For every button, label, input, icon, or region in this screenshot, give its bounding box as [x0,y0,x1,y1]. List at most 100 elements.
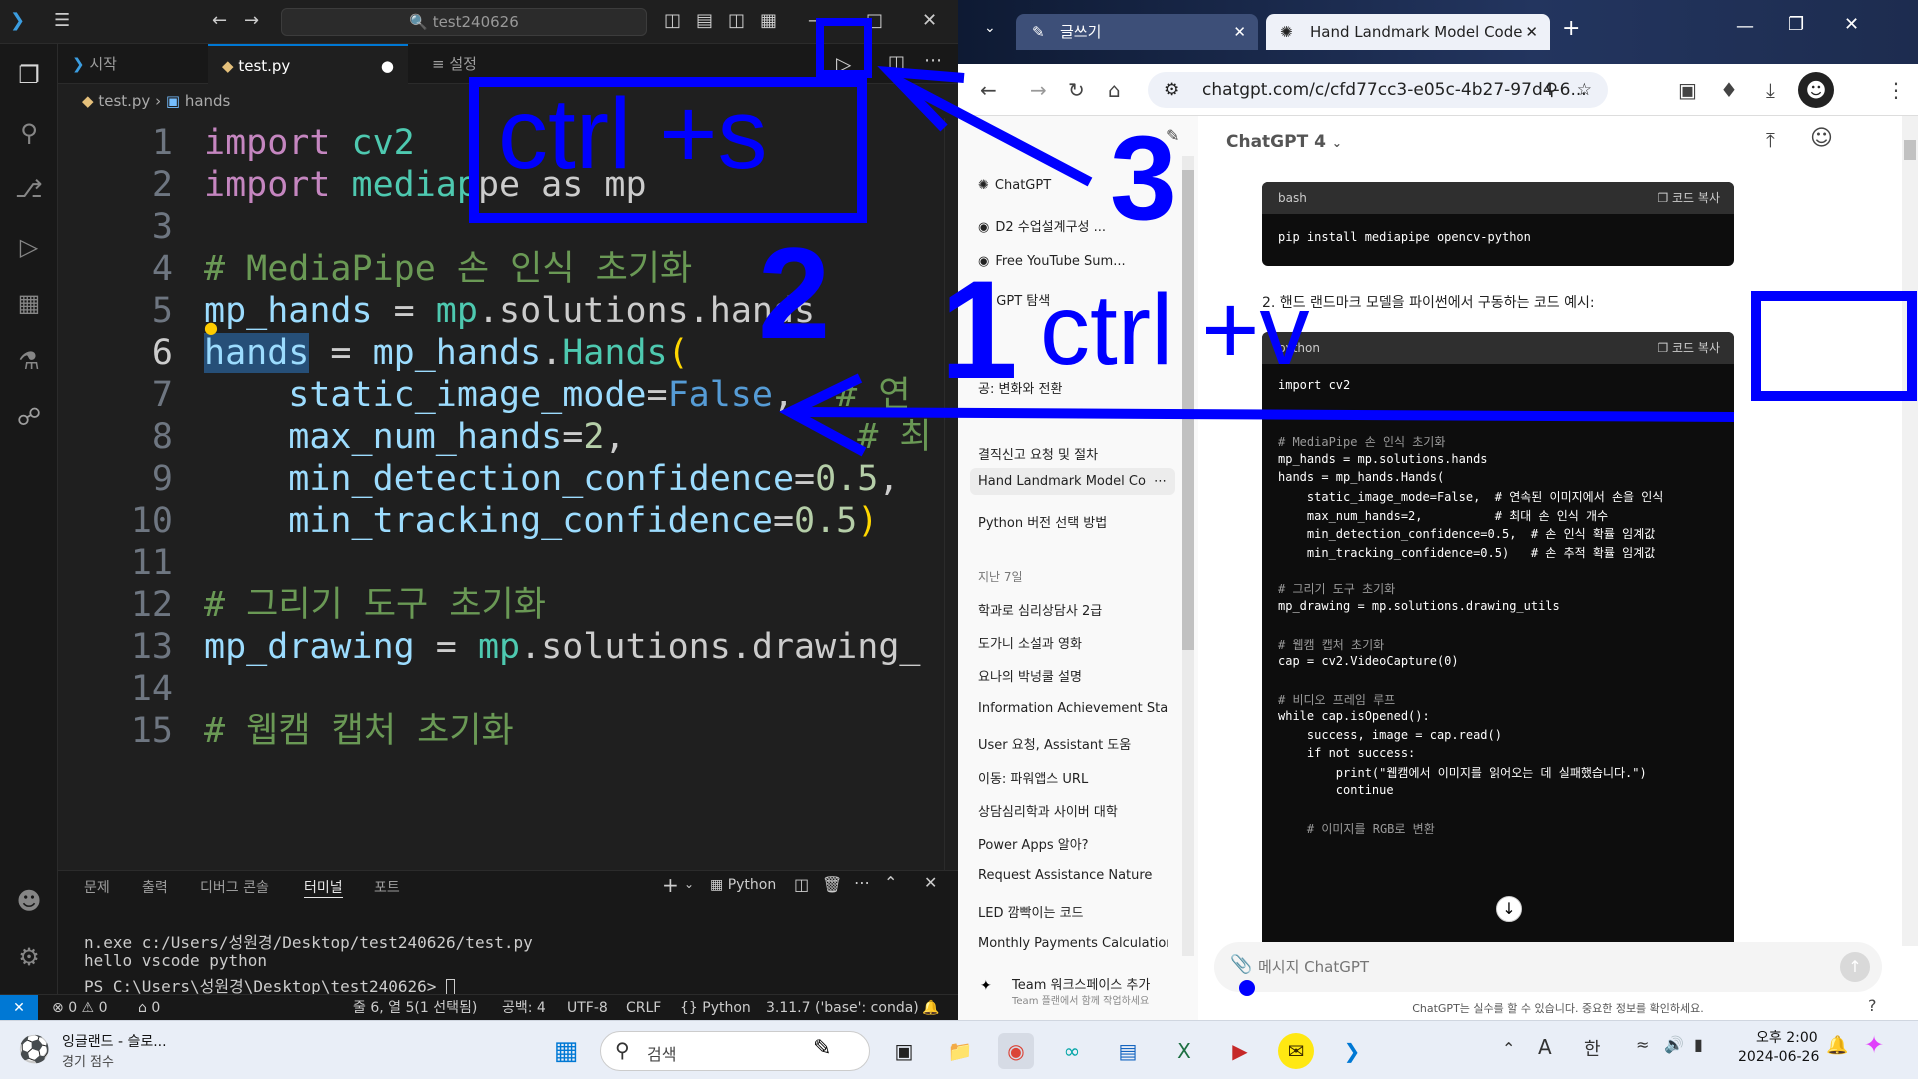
chrome-icon[interactable]: ◉ [998,1033,1034,1069]
python-icon[interactable]: ☍ [12,400,46,434]
tab-output[interactable]: 출력 [142,877,168,897]
main-scrollbar[interactable] [1902,116,1918,946]
close-panel-icon[interactable]: ✕ [924,873,937,892]
scroll-thumb[interactable] [1182,170,1194,650]
wifi-icon[interactable]: ≈ [1636,1035,1649,1054]
tab-ports[interactable]: 포트 [374,877,400,897]
model-selector[interactable]: ChatGPT 4 ⌄ [1226,132,1342,152]
editor-scrollbar[interactable] [944,118,958,870]
attach-paperclip-icon[interactable]: 📎 [1230,954,1252,975]
ime-indicator[interactable]: 한 [1584,1035,1601,1061]
search-icon[interactable]: ⚲ [12,116,46,150]
unsaved-dot-icon[interactable]: ● [381,46,394,86]
home-icon[interactable]: ⌂ [1108,78,1121,102]
download-icon[interactable]: ⤓ [1766,78,1775,102]
site-info-icon[interactable]: ⚙ [1164,72,1179,108]
message-input[interactable] [1258,952,1818,982]
notification-bell-icon[interactable]: 🔔 [1826,1035,1848,1056]
sidebar-item[interactable]: Monthly Payments Calculation [978,936,1168,951]
volume-icon[interactable]: 🔊 [1664,1035,1684,1054]
minimize-icon[interactable]: — [1736,16,1754,37]
remote-icon[interactable]: ✕ [0,995,38,1021]
restore-icon[interactable]: ❐ [1788,14,1804,35]
sidebar-item[interactable]: 요나의 박넝쿨 설명 [978,666,1168,685]
testing-icon[interactable]: ⚗ [12,344,46,378]
arduino-icon[interactable]: ∞ [1054,1033,1090,1069]
sidebar-item[interactable]: User 요청, Assistant 도움 [978,734,1168,753]
file-explorer-icon[interactable]: 📁 [942,1033,978,1069]
toggle-panel-icon[interactable]: ▤ [696,10,713,31]
run-python-file-icon[interactable]: ▷ [836,52,851,76]
tab-debug-console[interactable]: 디버그 콘솔 [200,877,269,897]
send-arrow-icon[interactable]: ↑ [1840,952,1870,982]
language-indicator[interactable]: A [1538,1035,1552,1059]
extensions-puzzle-icon[interactable]: ♦ [1720,78,1738,102]
back-arrow-icon[interactable]: ← [980,78,997,102]
cursor-position[interactable]: 줄 6, 열 5(1 선택됨) [353,995,477,1021]
chevron-down-icon[interactable]: ⌄ [684,877,694,891]
reload-icon[interactable]: ↻ [1068,78,1085,102]
new-terminal-plus-icon[interactable]: + [662,873,679,897]
run-debug-icon[interactable]: ▷ [12,230,46,264]
sidebar-item[interactable]: Python 버전 선택 방법 [978,512,1168,531]
media-player-icon[interactable]: ▶ [1222,1033,1258,1069]
scroll-thumb[interactable] [1904,140,1916,160]
trash-icon[interactable]: 🗑 [822,875,842,894]
chrome-tab-hand-landmark[interactable]: ✺ Hand Landmark Model Code ✕ [1266,14,1550,50]
maximize-panel-icon[interactable]: ⌃ [884,873,897,892]
user-avatar-icon[interactable]: ☺ [1810,126,1833,151]
news-widget[interactable]: ⚽ 잉글랜드 - 슬로... 경기 점수 [18,1031,218,1071]
notifications-bell-icon[interactable]: 🔔 [922,995,939,1021]
breadcrumb-symbol[interactable]: hands [185,92,231,110]
sidebar-item[interactable]: 도가니 소설과 영화 [978,633,1168,652]
indentation[interactable]: 공백: 4 [502,995,546,1021]
copy-code-button[interactable]: ❐ 코드 복사 [1657,332,1720,364]
new-tab-plus-icon[interactable]: + [1562,16,1580,41]
chrome-menu-icon[interactable]: ⋮ [1886,78,1906,102]
explorer-icon[interactable]: ❐ [12,58,46,92]
chrome-tab-writing[interactable]: ✎ 글쓰기 ✕ [1016,14,1258,50]
zoom-icon[interactable]: ⚲ [1546,72,1558,108]
split-editor-icon[interactable]: ◫ [888,52,905,73]
message-composer[interactable]: 📎 ↑ [1214,942,1882,992]
menu-icon[interactable]: ☰ [54,10,70,31]
sidebar-item[interactable]: 학과로 심리상담사 2급 [978,600,1168,619]
copy-code-button[interactable]: ❐ 코드 복사 [1657,182,1720,214]
extensions-icon[interactable]: ▦ [12,286,46,320]
forward-arrow-icon[interactable]: → [1030,78,1047,102]
clock-time[interactable]: 오후 2:00 [1756,1027,1818,1047]
sidebar-item[interactable]: Power Apps 알아? [978,834,1168,853]
forward-arrow-icon[interactable]: → [244,10,259,31]
team-workspace[interactable]: ✦ Team 워크스페이스 추가 Team 플랜에서 함께 작업하세요 [958,966,1180,1020]
profile-avatar[interactable]: ☻ [1798,72,1834,108]
terminal-profile[interactable]: ▦ Python [710,877,776,893]
help-question-icon[interactable]: ? [1868,996,1877,1015]
tab-search-chevron-icon[interactable]: ⌄ [984,20,996,36]
minimize-icon[interactable]: — [808,10,826,31]
taskbar-search[interactable]: ⚲ 검색 ✎ [600,1031,870,1071]
encoding[interactable]: UTF-8 [567,995,608,1021]
sidebar-item[interactable]: Request Assistance Nature [978,868,1168,883]
maximize-icon[interactable]: □ [866,10,883,31]
address-bar[interactable]: ⚙ chatgpt.com/c/cfd77cc3-e05c-4b27-97d4-6… [1148,72,1608,108]
sidebar-item-selected[interactable]: Hand Landmark Model Co ⋯ [970,468,1175,495]
windows-start-icon[interactable]: ▦ [548,1033,584,1069]
problems-status[interactable]: ⊗ 0 ⚠ 0 [52,995,107,1021]
more-options-icon[interactable]: ⋯ [1154,474,1167,489]
bookmark-star-icon[interactable]: ☆ [1577,72,1592,108]
command-center-search[interactable]: 🔍 test240626 [281,8,647,36]
close-icon[interactable]: ✕ [1844,14,1859,35]
breadcrumb-file[interactable]: test.py [98,92,150,110]
clock-date[interactable]: 2024-06-26 [1738,1049,1819,1065]
tab-problems[interactable]: 문제 [84,877,110,897]
tab-welcome[interactable]: ❯ 시작 [58,44,192,84]
tab-terminal[interactable]: 터미널 [304,877,343,898]
kakaotalk-icon[interactable]: ✉ [1278,1033,1314,1069]
sidebar-item[interactable]: 결직신고 요청 및 절차 [978,444,1168,463]
task-view-icon[interactable]: ▣ [886,1033,922,1069]
scroll-down-arrow-icon[interactable]: ↓ [1496,896,1522,922]
sidebar-item[interactable]: Information Achievement Stan [978,701,1168,716]
customize-layout-icon[interactable]: ▦ [760,10,777,31]
language-mode[interactable]: {} Python [680,995,751,1021]
tab-close-icon[interactable]: ✕ [1233,14,1246,50]
